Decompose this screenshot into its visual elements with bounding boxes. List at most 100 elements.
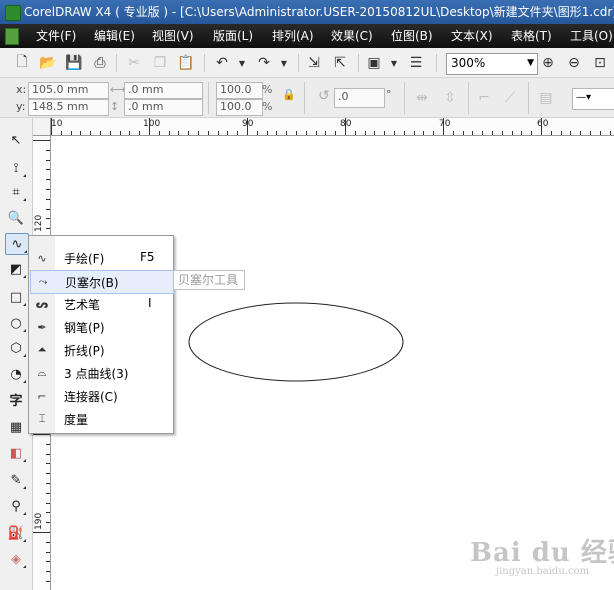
redo-icon[interactable]: ↷ [254,53,274,73]
launcher-dropdown-icon[interactable]: ▼ [384,53,404,73]
ruler-tick [33,140,50,141]
menu-edit[interactable]: 编辑(E) [94,24,135,48]
scale-width-field[interactable]: 100.0 [216,82,263,99]
open-folder-icon[interactable]: 📂 [38,53,58,73]
shape-tool-icon[interactable]: ⟟ [5,158,27,178]
welcome-screen-icon[interactable]: ☰ [406,53,426,73]
flyout-item-three-point-curve[interactable]: ⌓ 3 点曲线(3) [30,362,172,384]
copy-icon[interactable]: ❐ [150,53,170,73]
ruler-tick [46,522,50,523]
document-icon[interactable] [5,28,19,45]
flyout-item-dimension[interactable]: ⌶ 度量 [30,408,172,430]
crop-tool-icon[interactable]: ⌗ [5,182,27,202]
new-document-icon[interactable]: 🗋 [12,53,32,73]
ruler-tick [512,131,513,135]
flyout-item-polyline[interactable]: ⏶ 折线(P) [30,339,172,361]
ruler-tick [33,434,50,435]
toolbar-divider [298,54,299,72]
cut-icon[interactable]: ✂ [124,53,144,73]
redo-dropdown-icon[interactable]: ▼ [274,53,294,73]
mirror-vertical-icon[interactable]: ⇳ [440,88,460,108]
save-icon[interactable]: 💾 [64,53,84,73]
outline-width-select[interactable]: —▾ [572,88,614,110]
menu-table[interactable]: 表格(T) [511,24,552,48]
toolbar-divider [208,82,209,114]
polygon-tool-icon[interactable]: ⬡ [5,338,27,358]
menu-bitmaps[interactable]: 位图(B) [391,24,433,48]
text-tool-icon[interactable]: 字 [5,389,27,409]
rotation-angle-field[interactable]: .0 [334,88,385,108]
zoom-out-icon[interactable]: ⊖ [564,53,584,73]
ruler-tick [51,118,52,135]
x-position-field[interactable]: 105.0 mm [28,82,109,99]
artistic-media-icon: ᔕ [35,297,49,311]
menu-layout[interactable]: 版面(L) [213,24,253,48]
pick-tool-icon[interactable]: ↖ [5,130,27,150]
chevron-down-icon: ▼ [527,58,534,68]
flyout-item-artistic-media[interactable]: ᔕ 艺术笔 I [30,293,172,315]
basic-shapes-tool-icon[interactable]: ◔ [5,364,27,384]
undo-dropdown-icon[interactable]: ▼ [232,53,252,73]
menu-file[interactable]: 文件(F) [36,24,76,48]
menu-view[interactable]: 视图(V) [152,24,194,48]
import-icon[interactable]: ⇲ [304,53,324,73]
width-field[interactable]: .0 mm [124,82,203,99]
ruler-tick [188,131,189,135]
degree-label: ° [386,88,392,101]
pen-icon: ✒ [37,320,47,334]
toolbar-divider [116,54,117,72]
toolbar-divider [358,54,359,72]
rectangle-tool-icon[interactable]: □ [5,287,27,307]
flyout-item-bezier[interactable]: ⤳ 贝塞尔(B) [30,270,174,294]
print-icon[interactable]: ⎙ [90,53,110,73]
menu-tools[interactable]: 工具(O) [570,24,613,48]
interactive-fill-tool-icon[interactable]: ◈ [5,549,27,569]
outline-tool-icon[interactable]: ⚲ [5,496,27,516]
flyout-item-connector[interactable]: ⌐ 连接器(C) [30,385,172,407]
menu-text[interactable]: 文本(X) [451,24,493,48]
flyout-item-pen[interactable]: ✒ 钢笔(P) [30,316,172,338]
ruler-tick [61,131,62,135]
interactive-blend-tool-icon[interactable]: ◧ [5,443,27,463]
zoom-in-icon[interactable]: ⊕ [538,53,558,73]
lock-ratio-icon[interactable]: 🔒 [282,88,296,101]
scale-height-field[interactable]: 100.0 [216,99,263,116]
height-field[interactable]: .0 mm [124,99,203,116]
horizontal-ruler[interactable]: 10 100 90 80 70 60 [33,118,614,136]
polyline-mode-icon[interactable]: ⌐ [474,88,494,108]
to-curve-icon[interactable]: ▤ [536,88,556,108]
ruler-tick [492,131,493,135]
fill-tool-icon[interactable]: ⛽ [5,523,27,543]
export-icon[interactable]: ⇱ [330,53,350,73]
ruler-label: 10 [51,119,63,129]
y-position-field[interactable]: 148.5 mm [28,99,109,116]
line-mode-icon[interactable]: ⟋ [500,88,520,108]
menu-effects[interactable]: 效果(C) [331,24,373,48]
freehand-tool-icon[interactable]: ∿ [5,233,29,255]
flyout-item-freehand[interactable]: ∿ 手绘(F) F5 [30,247,172,269]
mirror-horizontal-icon[interactable]: ⇹ [412,88,432,108]
ellipse-tool-icon[interactable]: ○ [5,313,27,333]
ruler-tick [325,131,326,135]
paste-icon[interactable]: 📋 [176,53,196,73]
menu-arrange[interactable]: 排列(A) [272,24,314,48]
eyedropper-tool-icon[interactable]: ✎ [5,470,27,490]
zoom-to-page-icon[interactable]: ⊡ [590,53,610,73]
ruler-origin-corner[interactable] [33,118,51,136]
application-launcher-icon[interactable]: ▣ [364,53,384,73]
polyline-icon: ⏶ [37,343,47,356]
undo-icon[interactable]: ↶ [212,53,232,73]
zoom-tool-icon[interactable]: 🔍 [5,208,27,228]
ruler-tick [276,131,277,135]
table-tool-icon[interactable]: ▦ [5,417,27,437]
height-icon: ↕ [110,100,120,113]
flyout-item-label: 钢笔(P) [64,321,105,335]
property-bar: x: y: 105.0 mm 148.5 mm ⟷ ↕ .0 mm .0 mm … [0,78,614,118]
ruler-tick [600,131,601,135]
ellipse-shape[interactable] [188,302,404,382]
ruler-tick [46,503,50,504]
ruler-tick [120,131,121,135]
smart-fill-tool-icon[interactable]: ◩ [5,259,27,279]
ruler-tick [453,131,454,135]
zoom-level-select[interactable]: 300% ▼ [446,53,538,75]
